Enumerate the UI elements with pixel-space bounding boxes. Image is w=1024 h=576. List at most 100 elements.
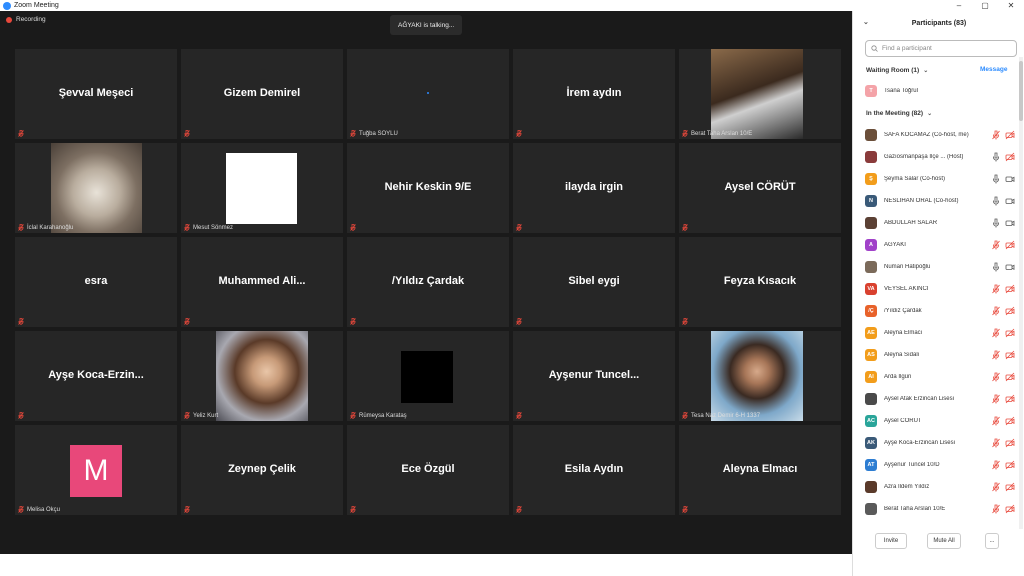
muted-mic-icon — [350, 130, 356, 137]
video-tile[interactable]: İrem aydın — [513, 49, 675, 139]
video-tile[interactable]: Berat Taha Arslan 10/E — [679, 49, 841, 139]
profile-picture — [216, 331, 308, 421]
mute-all-button[interactable]: Mute All — [927, 533, 961, 549]
video-tile[interactable]: Zeynep Çelik — [181, 425, 343, 515]
video-tile[interactable]: Gizem Demirel — [181, 49, 343, 139]
video-off-icon — [1005, 372, 1015, 382]
participant-row[interactable]: /Ç/Yıldız Çardak — [865, 301, 1021, 321]
minimize-button[interactable]: – — [946, 0, 972, 11]
waiting-participant-row[interactable]: T Tsana Toğrul — [865, 81, 1021, 101]
participant-row[interactable]: Berat Taha Arslan 10/E — [865, 499, 1021, 519]
participant-label: Melisa Okçu — [27, 507, 61, 513]
video-tile[interactable]: Tesa Naz Demir 6-H 1337 — [679, 331, 841, 421]
invite-button[interactable]: Invite — [875, 533, 907, 549]
video-tile[interactable]: /Yıldız Çardak — [347, 237, 509, 327]
participant-row[interactable]: Ş Şeyma Salar (Co-host) — [865, 169, 1021, 189]
video-tile[interactable]: esra — [15, 237, 177, 327]
muted-mic-icon — [184, 130, 190, 137]
avatar — [865, 217, 877, 229]
participant-row[interactable]: N NESLİHAN ORAL (Co-host) — [865, 191, 1021, 211]
video-tile[interactable]: Aysel CÖRÜT — [679, 143, 841, 233]
video-tile[interactable]: Aleyna Elmacı — [679, 425, 841, 515]
video-off-icon — [1005, 416, 1015, 426]
participant-row[interactable]: Numan Hatipoğlu — [865, 257, 1021, 277]
bottom-strip — [0, 554, 852, 576]
participant-label: Berat Taha Arslan 10/E — [691, 131, 753, 137]
participant-row[interactable]: AC Aysel CÖRÜT — [865, 411, 1021, 431]
muted-mic-icon — [516, 318, 522, 325]
video-tile[interactable]: Ece Özgül — [347, 425, 509, 515]
participant-row[interactable]: AK Ayşe Koca-Erzincan Lisesi — [865, 433, 1021, 453]
video-tile[interactable]: Feyza Kısacık — [679, 237, 841, 327]
avatar: T — [865, 85, 877, 97]
waiting-room-section[interactable]: Waiting Room (1) ⌄ — [866, 67, 928, 74]
muted-mic-icon — [991, 284, 1001, 294]
video-off-icon — [1005, 460, 1015, 470]
participants-title: Participants (83) — [911, 19, 967, 27]
participant-name: Sibel eygi — [568, 275, 620, 287]
participant-name: Esila Aydın — [564, 463, 624, 475]
avatar: AC — [865, 415, 877, 427]
video-tile[interactable]: Muhammed Ali... — [181, 237, 343, 327]
close-button[interactable]: ✕ — [998, 0, 1024, 11]
muted-mic-icon — [991, 438, 1001, 448]
recording-indicator[interactable]: Recording — [6, 16, 46, 23]
avatar — [865, 151, 877, 163]
video-tile[interactable]: Mesut Sönmez — [181, 143, 343, 233]
participant-row[interactable]: Gazıosmanpaşa İlçe ... (Host) — [865, 147, 1021, 167]
scrollbar-track[interactable] — [1019, 57, 1023, 537]
mic-icon — [991, 240, 1001, 250]
participant-row[interactable]: AE Aleyna Elmacı — [865, 323, 1021, 343]
participant-row[interactable]: VA VEYSEL AKINCI — [865, 279, 1021, 299]
participant-row[interactable]: Azra İldem Yıldız — [865, 477, 1021, 497]
message-waiting-button[interactable]: Message — [980, 66, 1007, 73]
participant-name: Aysel CÖRÜT — [724, 181, 796, 193]
video-tile[interactable]: İclal Karahanoğlu — [15, 143, 177, 233]
more-options-button[interactable]: ... — [985, 533, 999, 549]
mic-icon — [991, 152, 1001, 162]
maximize-button[interactable]: ▢ — [972, 0, 998, 11]
participant-row[interactable]: Aysel Atak Erzincan Lisesi — [865, 389, 1021, 409]
video-tile[interactable]: Nehir Keskin 9/E — [347, 143, 509, 233]
participant-row[interactable]: AI Arda İlgün — [865, 367, 1021, 387]
scrollbar-thumb[interactable] — [1019, 61, 1023, 121]
video-tile[interactable]: Tuğba SOYLU — [347, 49, 509, 139]
participant-label: Rümeysa Karataş — [359, 413, 407, 419]
video-tile[interactable]: Ayşenur Tuncel... — [513, 331, 675, 421]
collapse-chevron-icon[interactable]: ⌄ — [863, 18, 869, 26]
video-tile[interactable]: M Melisa Okçu — [15, 425, 177, 515]
video-tile[interactable]: ilayda irgin — [513, 143, 675, 233]
recording-icon — [6, 16, 12, 23]
video-tile[interactable]: Yeliz Kurt — [181, 331, 343, 421]
video-tile[interactable]: Şevval Meşeci — [15, 49, 177, 139]
participant-row[interactable]: ABDULLAH SALAR — [865, 213, 1021, 233]
in-meeting-section[interactable]: In the Meeting (82) ⌄ — [866, 110, 932, 117]
participant-label: Yeliz Kurt — [193, 413, 219, 419]
participant-row[interactable]: SAFA KOCAMAZ (Co-host, me) — [865, 125, 1021, 145]
search-placeholder: Find a participant — [882, 45, 932, 52]
participant-row[interactable]: AT Ayşenur Tuncel 10/D — [865, 455, 1021, 475]
muted-mic-icon — [184, 412, 190, 419]
chevron-down-icon: ⌄ — [927, 111, 933, 117]
avatar: AI — [865, 371, 877, 383]
profile-picture — [226, 153, 297, 224]
participant-row[interactable]: A AĞYAKI — [865, 235, 1021, 255]
video-icon — [1005, 218, 1015, 228]
profile-picture — [51, 143, 142, 233]
avatar: M — [70, 445, 122, 497]
video-off-icon — [1005, 350, 1015, 360]
mic-icon — [991, 174, 1001, 184]
participant-search-input[interactable]: Find a participant — [865, 40, 1017, 57]
avatar — [865, 481, 877, 493]
video-tile[interactable]: Esila Aydın — [513, 425, 675, 515]
muted-mic-icon — [184, 506, 190, 513]
mic-icon — [991, 196, 1001, 206]
video-off-icon — [1005, 306, 1015, 316]
muted-mic-icon — [682, 506, 688, 513]
video-tile[interactable]: Rümeysa Karataş — [347, 331, 509, 421]
video-tile[interactable]: Ayşe Koca-Erzin... — [15, 331, 177, 421]
participant-row[interactable]: AS Aleyna Sıdalı — [865, 345, 1021, 365]
video-tile[interactable]: Sibel eygi — [513, 237, 675, 327]
muted-mic-icon — [350, 506, 356, 513]
avatar: AE — [865, 327, 877, 339]
